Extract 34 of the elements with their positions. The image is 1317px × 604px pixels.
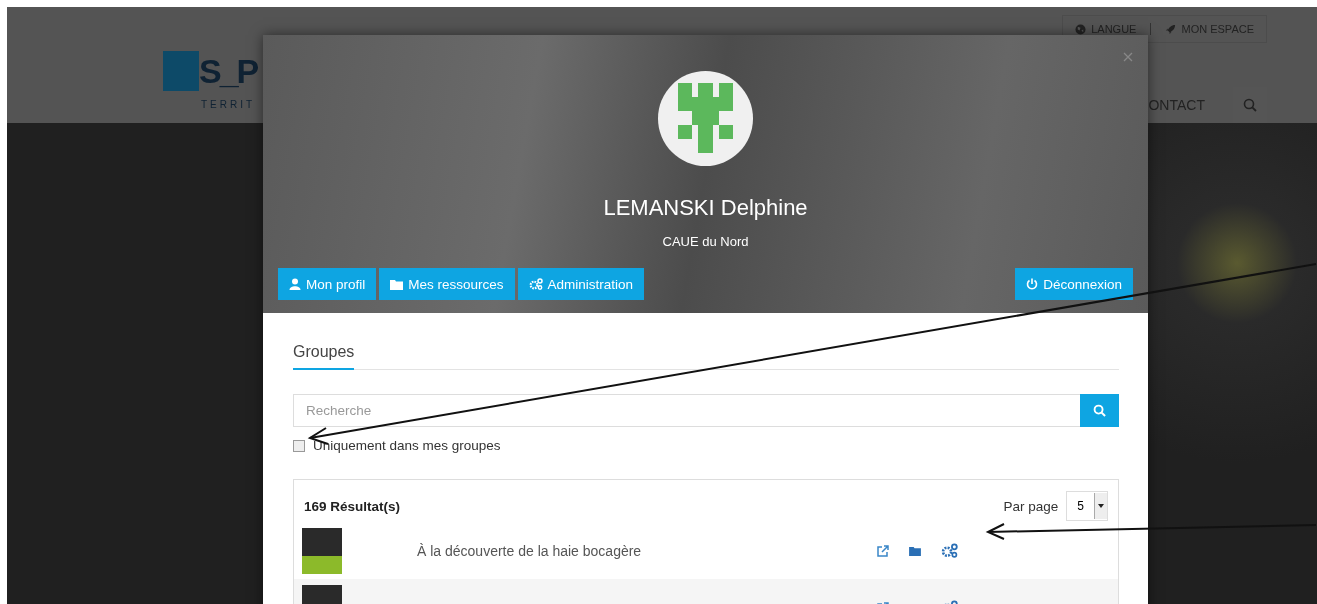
external-link-icon[interactable]	[877, 544, 889, 557]
logo-square	[163, 51, 199, 91]
logout-button[interactable]: Déconnexion	[1015, 268, 1133, 300]
group-thumbnail	[302, 527, 342, 574]
checkbox[interactable]	[293, 439, 305, 452]
search-button[interactable]	[1080, 394, 1119, 427]
gears-icon[interactable]	[941, 543, 958, 558]
gears-icon	[528, 278, 543, 290]
organization-name: CAUE du Nord	[662, 234, 749, 249]
action-button[interactable]: Mes ressources	[379, 268, 515, 300]
action-button[interactable]: Mon profil	[278, 268, 377, 300]
globe-icon	[1075, 23, 1087, 35]
rocket-icon	[1165, 23, 1177, 35]
per-page-select[interactable]: 5	[1066, 491, 1108, 521]
caret-icon	[1098, 504, 1104, 508]
per-page-label: Par page	[1003, 498, 1059, 514]
groups-tab[interactable]: Groupes	[293, 339, 355, 370]
checkbox-label: Uniquement dans mes groupes	[313, 438, 501, 453]
search-icon	[1093, 404, 1106, 417]
result-count: 169 Résultat(s)	[304, 498, 402, 514]
close-icon	[1123, 52, 1133, 62]
folder-icon	[390, 278, 404, 290]
action-button[interactable]: Administration	[517, 268, 645, 300]
search-field[interactable]: Recherche	[293, 394, 1080, 427]
avatar-icon	[658, 71, 753, 166]
folder-icon[interactable]	[909, 545, 921, 556]
user-icon	[289, 278, 301, 290]
search-icon	[1243, 98, 1257, 112]
logo-subtitle: TERRIT	[201, 99, 257, 110]
power-icon	[1026, 278, 1039, 290]
result-row[interactable]: À la découverte de la haie bocagère	[294, 522, 1118, 579]
logo-text: S_P	[199, 51, 258, 91]
group-name[interactable]: À la découverte de la haie bocagère	[417, 542, 877, 559]
user-name: LEMANSKI Delphine	[603, 195, 808, 221]
